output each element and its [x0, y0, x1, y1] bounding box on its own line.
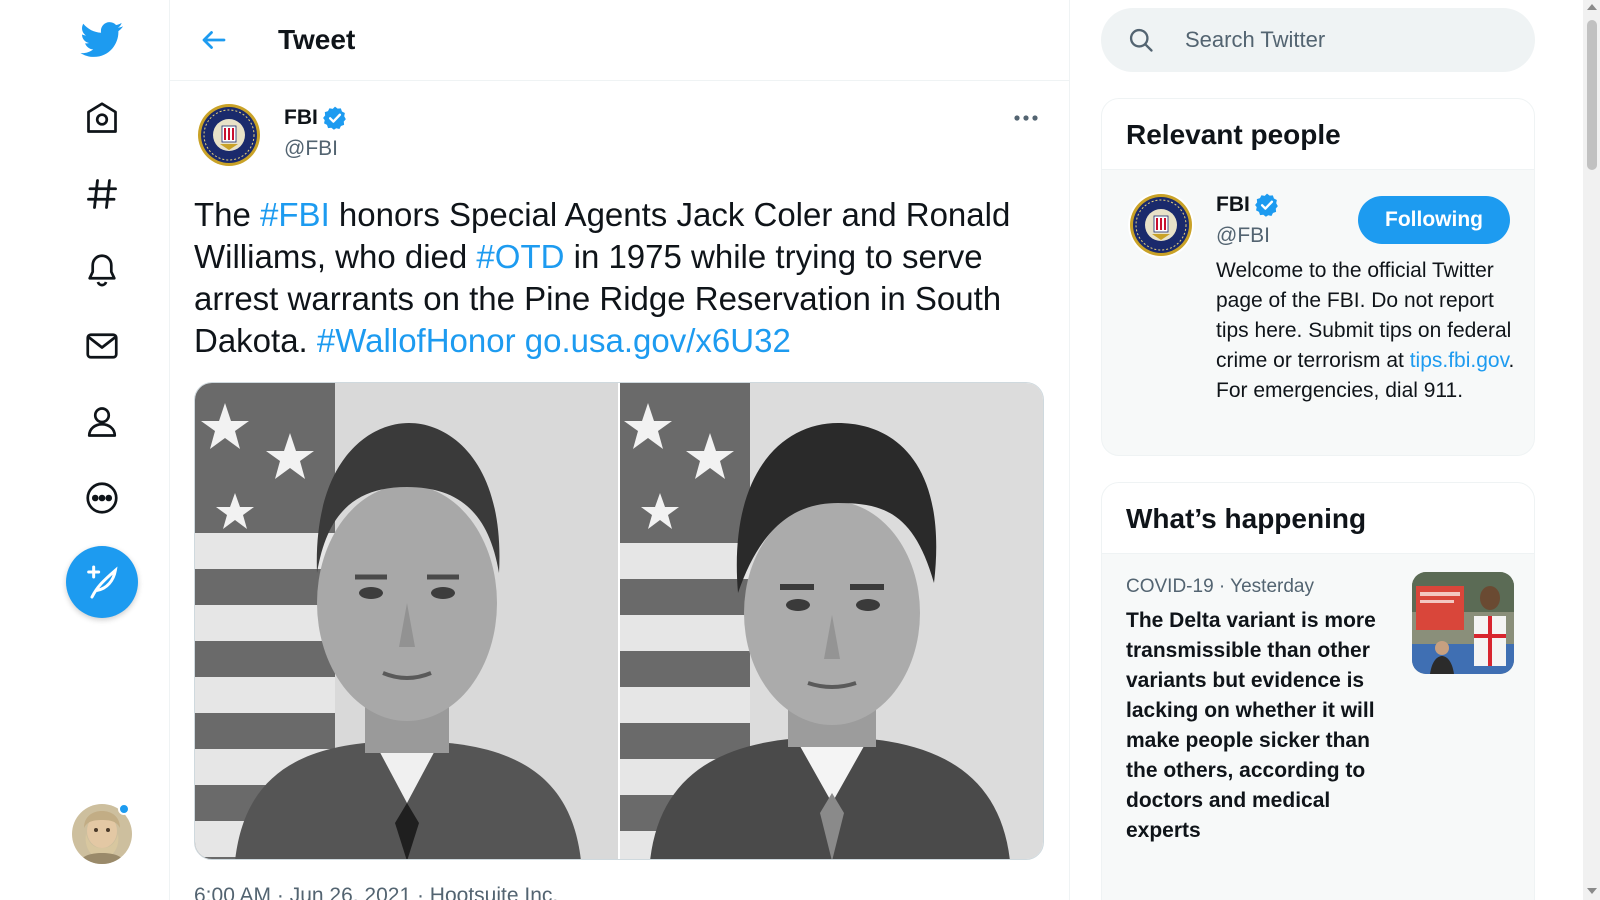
- hashtag-link[interactable]: #FBI: [260, 196, 330, 233]
- tweet-text-segment: [516, 322, 525, 359]
- tweet-timestamp-source[interactable]: 6:00 AM · Jun 26, 2021 · Hootsuite Inc.: [194, 884, 558, 900]
- twitter-logo-icon[interactable]: [76, 14, 128, 66]
- page-title: Tweet: [278, 24, 356, 55]
- back-arrow-icon[interactable]: [192, 18, 236, 62]
- search-bar[interactable]: [1101, 8, 1535, 72]
- verified-badge-icon: [1254, 193, 1278, 217]
- trend-item[interactable]: COVID-19 · Yesterday The Delta variant i…: [1102, 554, 1534, 894]
- trend-headline: The Delta variant is more transmissible …: [1126, 609, 1376, 842]
- more-dots-icon[interactable]: [1006, 100, 1046, 136]
- unread-indicator-dot: [118, 803, 130, 815]
- more-options-icon[interactable]: [78, 474, 126, 522]
- hashtag-link[interactable]: #OTD: [476, 238, 564, 275]
- relevant-people-card: Relevant people FBI @FBI Following Welco…: [1101, 98, 1535, 456]
- relevant-person-bio: Welcome to the official Twitter page of …: [1216, 256, 1516, 406]
- relevant-person-name-text: FBI: [1216, 193, 1250, 216]
- scrollbar-thumb[interactable]: [1587, 20, 1597, 170]
- url-link[interactable]: go.usa.gov/x6U32: [525, 322, 791, 359]
- scroll-down-arrow-icon[interactable]: [1587, 888, 1597, 894]
- home-icon[interactable]: [78, 94, 126, 142]
- relevant-person-row[interactable]: FBI @FBI Following Welcome to the offici…: [1102, 170, 1534, 455]
- author-name-text: FBI: [284, 106, 318, 129]
- feather-plus-icon: [87, 565, 118, 599]
- author-handle[interactable]: @FBI: [284, 137, 338, 161]
- scroll-up-arrow-icon[interactable]: [1587, 4, 1597, 10]
- search-input[interactable]: [1185, 20, 1515, 60]
- notifications-bell-icon[interactable]: [78, 246, 126, 294]
- main-header: Tweet: [170, 0, 1069, 81]
- messages-mail-icon[interactable]: [78, 322, 126, 370]
- explore-hashtag-icon[interactable]: [78, 170, 126, 218]
- page-scrollbar[interactable]: [1583, 0, 1600, 900]
- author-name[interactable]: FBI: [284, 105, 348, 131]
- whats-happening-card: What’s happening COVID-19 · Yesterday Th…: [1101, 482, 1535, 900]
- whats-happening-title: What’s happening: [1102, 483, 1534, 554]
- photo-agent-ronald-williams[interactable]: [620, 383, 1043, 859]
- compose-tweet-button[interactable]: [66, 546, 138, 618]
- following-button[interactable]: Following: [1358, 196, 1510, 244]
- tweet-media: [194, 382, 1044, 860]
- left-nav: [0, 0, 170, 900]
- relevant-people-title: Relevant people: [1102, 99, 1534, 170]
- verified-badge-icon: [322, 106, 346, 130]
- bio-tips-link[interactable]: tips.fbi.gov: [1410, 349, 1509, 372]
- relevant-person-handle[interactable]: @FBI: [1216, 224, 1270, 248]
- trend-thumbnail: [1412, 572, 1514, 674]
- relevant-person-name[interactable]: FBI: [1216, 192, 1280, 218]
- profile-person-icon[interactable]: [78, 398, 126, 446]
- trend-meta: COVID-19 · Yesterday: [1126, 576, 1314, 597]
- fbi-seal-avatar[interactable]: [196, 102, 262, 168]
- fbi-seal-avatar[interactable]: [1128, 192, 1194, 258]
- photo-agent-jack-coler[interactable]: [195, 383, 618, 859]
- search-icon: [1129, 28, 1153, 52]
- hashtag-link[interactable]: #WallofHonor: [317, 322, 516, 359]
- tweet-text-segment: The: [194, 196, 261, 233]
- right-sidebar: Relevant people FBI @FBI Followi: [1070, 0, 1560, 900]
- main-column: Tweet FBI @FBI The #FBI honors Special A…: [170, 0, 1070, 900]
- tweet-text: The #FBI honors Special Agents Jack Cole…: [194, 194, 1054, 362]
